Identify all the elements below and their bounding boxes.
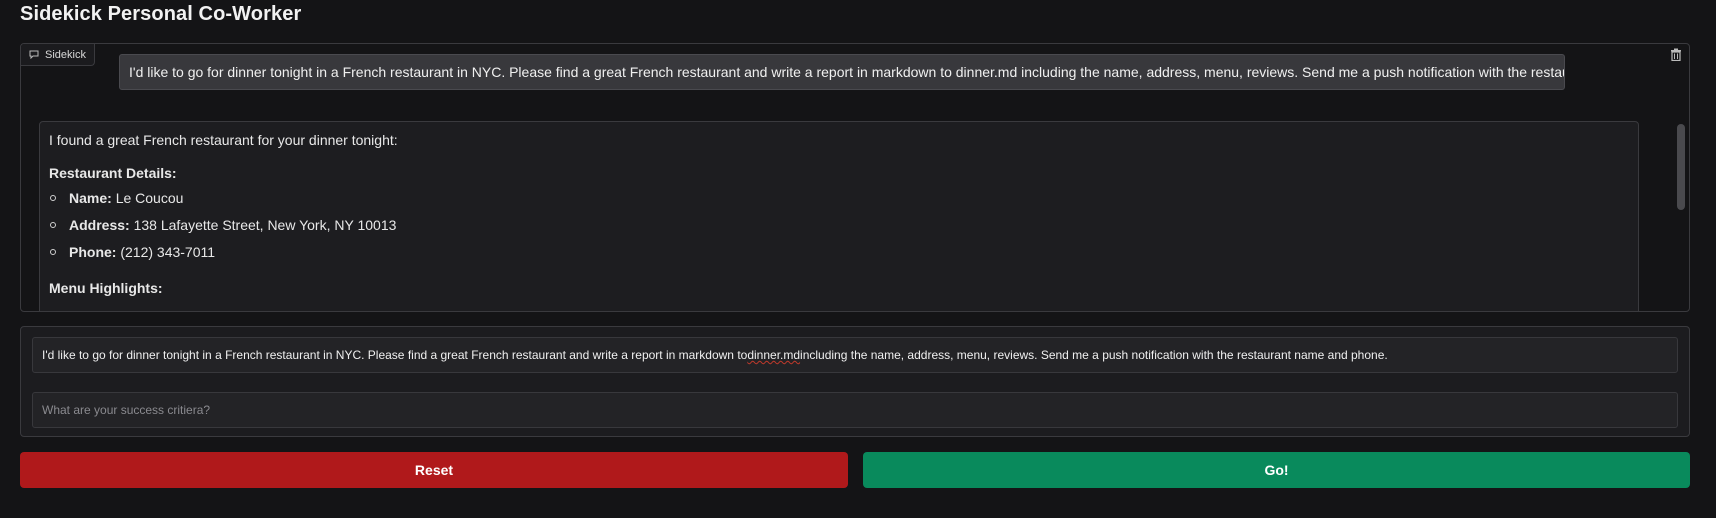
go-button[interactable]: Go! xyxy=(863,452,1690,488)
chatbot-panel[interactable]: Sidekick I'd like to go for dinner tonig… xyxy=(20,43,1690,312)
trash-icon[interactable] xyxy=(1667,45,1685,63)
assistant-message: I found a great French restaurant for yo… xyxy=(39,121,1639,311)
details-list: Name: Le Coucou Address: 138 Lafayette S… xyxy=(49,189,1629,270)
detail-value: Le Coucou xyxy=(115,190,184,206)
success-criteria-input[interactable]: What are your success critiera? xyxy=(32,392,1678,428)
input-panel: I'd like to go for dinner tonight in a F… xyxy=(20,326,1690,437)
chatbot-label: Sidekick xyxy=(21,44,95,66)
list-item: Name: Le Coucou xyxy=(50,189,1629,216)
list-item: Address: 138 Lafayette Street, New York,… xyxy=(50,216,1629,243)
detail-key: Phone: xyxy=(69,244,117,260)
spellcheck-word: dinner.md xyxy=(747,348,801,362)
message-text: I'd like to go for dinner tonight in a F… xyxy=(42,348,748,362)
list-item: Phone: (212) 343-7011 xyxy=(50,243,1629,270)
detail-key: Name: xyxy=(69,190,112,206)
chatbot-label-text: Sidekick xyxy=(45,48,86,61)
message-text-rest: including the name, address, menu, revie… xyxy=(800,348,1388,362)
detail-value: (212) 343-7011 xyxy=(120,244,216,260)
menu-heading: Menu Highlights: xyxy=(49,280,163,296)
user-message: I'd like to go for dinner tonight in a F… xyxy=(119,54,1565,90)
page-title: Sidekick Personal Co-Worker xyxy=(20,3,302,25)
reset-button[interactable]: Reset xyxy=(20,452,848,488)
chat-scrollbar[interactable] xyxy=(1677,124,1685,210)
details-heading: Restaurant Details: xyxy=(49,165,177,181)
chat-bubble-icon xyxy=(29,50,39,60)
detail-key: Address: xyxy=(69,217,130,233)
detail-value: 138 Lafayette Street, New York, NY 10013 xyxy=(133,217,397,233)
message-input[interactable]: I'd like to go for dinner tonight in a F… xyxy=(32,337,1678,373)
assistant-intro: I found a great French restaurant for yo… xyxy=(49,132,398,148)
